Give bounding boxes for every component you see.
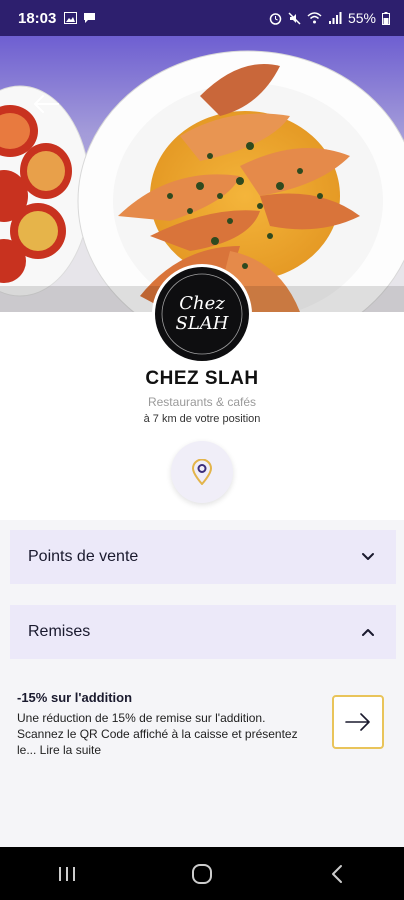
chevron-left-icon xyxy=(331,864,342,883)
status-time: 18:03 xyxy=(18,9,57,27)
recent-apps-icon xyxy=(59,866,76,881)
back-nav-button[interactable] xyxy=(317,854,357,894)
map-pin-icon xyxy=(191,459,213,485)
offer-open-button[interactable] xyxy=(332,695,384,749)
notification-icons xyxy=(64,12,96,24)
mute-icon xyxy=(288,11,301,25)
location-button[interactable] xyxy=(171,441,233,503)
accordion-remises[interactable]: Remises xyxy=(10,605,396,659)
offer-title: -15% sur l'addition xyxy=(17,690,133,705)
shop-details: CHEZ SLAH Restaurants & cafés à 7 km de … xyxy=(0,312,404,847)
home-button[interactable] xyxy=(182,854,222,894)
accordion-label: Points de vente xyxy=(28,548,139,565)
offer-description[interactable]: Une réduction de 15% de remise sur l'add… xyxy=(17,710,307,758)
shop-logo: Chez SLAH xyxy=(152,264,252,364)
arrow-right-icon xyxy=(345,713,370,731)
battery-icon xyxy=(382,11,390,25)
offer-card[interactable]: -15% sur l'addition Une réduction de 15%… xyxy=(0,662,404,772)
shop-category: Restaurants & cafés xyxy=(147,395,257,409)
logo-ring-text xyxy=(161,273,243,355)
accordion-points-de-vente[interactable]: Points de vente xyxy=(10,530,396,584)
chevron-up-icon xyxy=(362,629,374,636)
home-icon xyxy=(191,863,212,884)
status-bar: 18:03 55% xyxy=(0,0,404,36)
accordion-label: Remises xyxy=(28,623,91,640)
back-button[interactable] xyxy=(30,88,62,120)
alarm-icon xyxy=(269,12,282,25)
recent-apps-button[interactable] xyxy=(47,854,87,894)
system-navigation-bar xyxy=(0,847,404,900)
system-icons: 55% xyxy=(269,10,390,26)
shop-distance: à 7 km de votre position xyxy=(143,413,261,425)
signal-icon xyxy=(328,12,342,24)
message-icon xyxy=(84,13,96,23)
wifi-icon xyxy=(307,12,322,24)
arrow-left-icon xyxy=(34,95,59,113)
chevron-down-icon xyxy=(362,553,374,560)
shop-name: CHEZ SLAH xyxy=(145,368,259,389)
image-icon xyxy=(64,12,78,24)
battery-level: 55% xyxy=(347,10,376,26)
